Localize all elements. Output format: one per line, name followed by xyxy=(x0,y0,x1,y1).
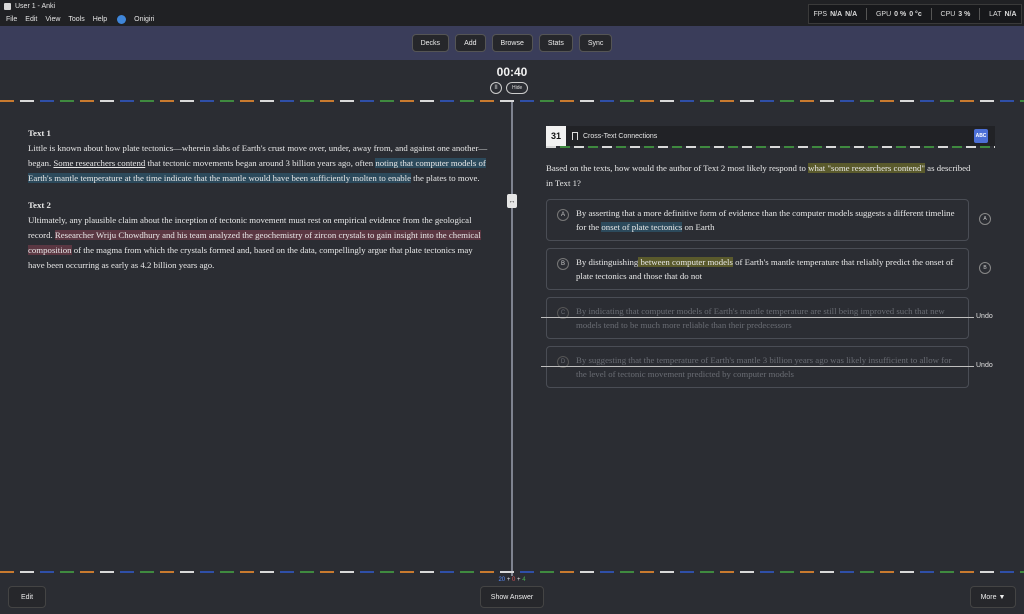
choice-d[interactable]: D By suggesting that the temperature of … xyxy=(546,346,969,388)
cpu-readout: CPU 3 % xyxy=(940,10,971,18)
performance-overlay: FPS N/A N/A GPU 0 % 0 °c CPU 3 % LAT N/A xyxy=(808,4,1022,24)
browse-button[interactable]: Browse xyxy=(491,34,533,52)
bottom-dashed-divider xyxy=(0,571,1024,573)
onigiri-icon[interactable] xyxy=(117,14,127,24)
passage-panel: Text 1 Little is known about how plate t… xyxy=(28,126,488,285)
undo-c-button[interactable]: Undo xyxy=(976,313,993,320)
choice-c[interactable]: C By indicating that computer models of … xyxy=(546,297,969,339)
text1-title: Text 1 xyxy=(28,128,51,138)
window-title: User 1 - Anki xyxy=(15,2,56,10)
panel-splitter[interactable] xyxy=(511,102,513,576)
resize-handle-icon[interactable]: ↔ xyxy=(507,194,517,208)
add-button[interactable]: Add xyxy=(455,34,486,52)
eliminate-b-button[interactable]: B xyxy=(979,262,991,274)
choice-text: By indicating that computer models of Ea… xyxy=(576,306,945,330)
review-count: 4 xyxy=(522,577,526,583)
menu-view[interactable]: View xyxy=(45,16,60,23)
pause-button[interactable]: II xyxy=(490,82,502,94)
question-header: 31 Cross-Text Connections ABC xyxy=(546,126,995,146)
stats-divider xyxy=(930,8,932,20)
timer-controls: II Hide xyxy=(490,82,529,94)
highlight-blue: onset of plate tectonics xyxy=(601,222,683,232)
hide-timer-button[interactable]: Hide xyxy=(506,82,529,94)
main-toolbar: Decks Add Browse Stats Sync xyxy=(0,26,1024,60)
text2-title: Text 2 xyxy=(28,200,51,210)
question-number: 31 xyxy=(546,126,566,146)
choice-letter: A xyxy=(557,209,569,221)
decks-button[interactable]: Decks xyxy=(411,34,450,52)
highlight-yellow: between computer models xyxy=(638,257,733,267)
menu-edit[interactable]: Edit xyxy=(25,16,37,23)
underlined-phrase: Some researchers contend xyxy=(53,158,146,168)
eliminate-a-button[interactable]: A xyxy=(979,213,991,225)
question-header-underline xyxy=(546,146,995,148)
bookmark-icon[interactable] xyxy=(572,132,578,142)
choice-text: By suggesting that the temperature of Ea… xyxy=(576,355,952,379)
question-stem: Based on the texts, how would the author… xyxy=(546,163,971,188)
choice-text: By asserting that a more definitive form… xyxy=(576,208,955,232)
stats-divider xyxy=(866,8,868,20)
choice-b[interactable]: B By distinguishing between computer mod… xyxy=(546,248,969,290)
text1-body: Little is known about how plate tectonic… xyxy=(28,143,488,183)
menu-file[interactable]: File xyxy=(6,16,17,23)
choice-a[interactable]: A By asserting that a more definitive fo… xyxy=(546,199,969,241)
menu-help[interactable]: Help xyxy=(93,16,107,23)
abc-eliminator-icon[interactable]: ABC xyxy=(974,129,988,143)
timer-display: 00:40 xyxy=(496,65,528,79)
stats-button[interactable]: Stats xyxy=(538,34,573,52)
menu-tools[interactable]: Tools xyxy=(68,16,84,23)
highlight-yellow: what "some researchers contend" xyxy=(808,163,925,173)
sync-button[interactable]: Sync xyxy=(578,34,613,52)
strikethrough-line xyxy=(541,317,974,318)
card-counts: 20 + 0 + 4 xyxy=(498,577,526,583)
stats-divider xyxy=(979,8,981,20)
menu-onigiri[interactable]: Onigiri xyxy=(134,16,154,23)
undo-d-button[interactable]: Undo xyxy=(976,362,993,369)
strikethrough-line xyxy=(541,366,974,367)
choice-letter: B xyxy=(557,258,569,270)
lat-readout: LAT N/A xyxy=(989,10,1017,18)
fps-readout: FPS N/A N/A xyxy=(813,10,858,18)
anki-app-icon xyxy=(4,2,11,10)
more-button[interactable]: More ▼ xyxy=(970,586,1016,608)
question-category: Cross-Text Connections xyxy=(583,132,658,140)
bottom-bar: 20 + 0 + 4 Edit Show Answer More ▼ xyxy=(0,576,1024,614)
gpu-readout: GPU 0 % 0 °c xyxy=(875,10,922,18)
text2-body: Ultimately, any plausible claim about th… xyxy=(28,215,481,270)
show-answer-button[interactable]: Show Answer xyxy=(480,586,544,608)
edit-button[interactable]: Edit xyxy=(8,586,46,608)
choice-text: By distinguishing between computer model… xyxy=(576,257,954,281)
